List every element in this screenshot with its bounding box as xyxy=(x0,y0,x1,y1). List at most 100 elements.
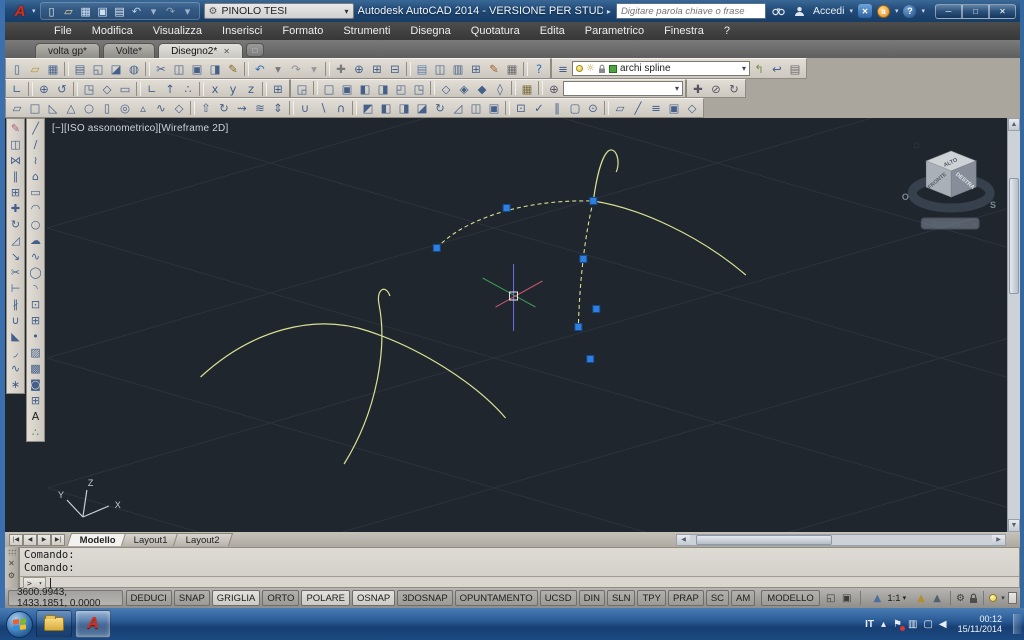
mirror-icon[interactable]: ⋈ xyxy=(7,152,24,168)
menu-help[interactable]: ? xyxy=(715,24,739,38)
polysolid-icon[interactable]: ▱ xyxy=(8,100,26,116)
exchange-apps-icon[interactable]: ✕ xyxy=(858,4,872,18)
layout-nav-0-icon[interactable]: |◀ xyxy=(9,534,23,546)
insert-block-icon[interactable]: ⊡ xyxy=(27,296,44,312)
taper-faces-icon[interactable]: ◿ xyxy=(449,100,467,116)
torus-icon[interactable]: ◎ xyxy=(116,100,134,116)
plot-icon[interactable]: ▤ xyxy=(112,5,128,18)
show-desktop-button[interactable] xyxy=(1013,614,1022,634)
network-icon[interactable]: ▢ xyxy=(923,619,932,630)
layer-dropdown-caret-icon[interactable]: ▾ xyxy=(742,64,746,73)
toggle-ucsd[interactable]: UCSD xyxy=(540,590,577,606)
save-icon[interactable]: ▦ xyxy=(44,61,62,77)
drawing-canvas[interactable]: XYZ⌂ALTOFRONTEDESTRAOSAnonimo▾ [−][ISO a… xyxy=(47,118,1007,532)
ellipse-arc-icon[interactable]: ◝ xyxy=(27,280,44,296)
command-window[interactable]: Comando:Comando: >_ ▾ xyxy=(19,547,1020,588)
sphere-icon[interactable]: ○ xyxy=(80,100,98,116)
multiple-points-icon[interactable]: ∴ xyxy=(27,424,44,440)
viewcube-home-icon[interactable]: ⌂ xyxy=(913,139,920,151)
undo-icon[interactable]: ↶ xyxy=(251,61,269,77)
export-3ddwf-icon[interactable]: ◍ xyxy=(125,61,143,77)
infocenter-collapse-icon[interactable]: ▸ xyxy=(607,7,611,16)
toggle-sc[interactable]: SC xyxy=(706,590,729,606)
named-view-dropdown[interactable]: ▾ xyxy=(563,81,683,96)
help-icon[interactable]: ? xyxy=(530,61,548,77)
grip-point[interactable] xyxy=(433,245,440,252)
gradient-icon[interactable]: ▩ xyxy=(27,360,44,376)
autocad-logo-icon[interactable]: A xyxy=(9,2,31,20)
helix-icon[interactable]: ∿ xyxy=(152,100,170,116)
scroll-down-icon[interactable]: ▼ xyxy=(1008,519,1020,532)
clean-icon[interactable]: ✓ xyxy=(530,100,548,116)
model-space[interactable]: XYZ⌂ALTOFRONTEDESTRAOSAnonimo▾ xyxy=(47,118,1007,532)
toggle-am[interactable]: AM xyxy=(731,590,755,606)
communication-center-icon[interactable]: a xyxy=(877,5,890,18)
undo-icon[interactable]: ↶ xyxy=(129,5,145,18)
modello-button[interactable]: MODELLO xyxy=(761,590,819,606)
toggle-3dosnap[interactable]: 3DOSNAP xyxy=(397,590,452,606)
camera-icon[interactable]: ▦ xyxy=(518,81,536,97)
vertical-scroll-track[interactable] xyxy=(1008,131,1020,519)
zoom-previous-icon[interactable]: ⊟ xyxy=(386,61,404,77)
view-back-icon[interactable]: ◳ xyxy=(410,81,428,97)
doc-tab-volte-[interactable]: Volte* xyxy=(103,43,155,58)
constrained-orbit-icon[interactable]: ⊘ xyxy=(707,81,725,97)
layer-properties-manager-icon[interactable]: ≡ xyxy=(554,61,572,77)
workspace-dropdown[interactable]: ⚙ PINOLO TESI ▾ xyxy=(204,3,354,19)
fillet-icon[interactable]: ◞ xyxy=(7,344,24,360)
qnew-icon[interactable]: ▯ xyxy=(8,61,26,77)
named-views-icon[interactable]: ◲ xyxy=(293,81,311,97)
pan-realtime-icon[interactable]: ✚ xyxy=(332,61,350,77)
zoom-window-icon[interactable]: ⊞ xyxy=(368,61,386,77)
tool-palettes-icon[interactable]: ▥ xyxy=(449,61,467,77)
ucs-rotate-z-icon[interactable]: z xyxy=(242,81,260,97)
slice-icon[interactable]: ╱ xyxy=(629,100,647,116)
erase-icon[interactable]: ✎ xyxy=(7,120,24,136)
grip-point[interactable] xyxy=(575,324,582,331)
layer-thaw-icon[interactable]: ☼ xyxy=(586,64,595,74)
new-file-icon[interactable]: ▯ xyxy=(44,5,60,18)
quick-view-drawings-icon[interactable]: ◱ xyxy=(823,591,839,606)
cone-icon[interactable]: △ xyxy=(62,100,80,116)
copy-icon[interactable]: ◫ xyxy=(7,136,24,152)
toggle-orto[interactable]: ORTO xyxy=(262,590,299,606)
scroll-left-icon[interactable]: ◀ xyxy=(677,535,690,545)
offset-icon[interactable]: ∥ xyxy=(7,168,24,184)
copy-clip-icon[interactable]: ◫ xyxy=(170,61,188,77)
viewcube-west-label[interactable]: O xyxy=(902,192,909,202)
point-icon[interactable]: • xyxy=(27,328,44,344)
grip-point[interactable] xyxy=(587,356,594,363)
ucs-world-icon[interactable]: ⊕ xyxy=(35,81,53,97)
menu-finestra[interactable]: Finestra xyxy=(655,24,713,38)
layout-nav-2-icon[interactable]: ▶ xyxy=(37,534,51,546)
ucs-zaxis-icon[interactable]: ↑ xyxy=(161,81,179,97)
box-icon[interactable]: □ xyxy=(26,100,44,116)
publish-icon[interactable]: ◪ xyxy=(107,61,125,77)
paste-clip-icon[interactable]: ▣ xyxy=(188,61,206,77)
doc-tab-close-icon[interactable]: ✕ xyxy=(223,47,230,56)
rectangle-icon[interactable]: ▭ xyxy=(27,184,44,200)
layer-lock-icon[interactable] xyxy=(598,64,606,74)
command-window-grip[interactable] xyxy=(8,549,16,556)
match-properties-icon[interactable]: ✎ xyxy=(224,61,242,77)
make-block-icon[interactable]: ⊞ xyxy=(27,312,44,328)
workspace-switching-icon[interactable]: ⚙ xyxy=(956,591,966,606)
scroll-right-icon[interactable]: ▶ xyxy=(992,535,1005,545)
ucs-previous-icon[interactable]: ↺ xyxy=(53,81,71,97)
toggle-tpy[interactable]: TPY xyxy=(637,590,665,606)
redo-icon[interactable]: ↷ xyxy=(287,61,305,77)
signin-caret-icon[interactable]: ▾ xyxy=(849,7,853,15)
comm-caret-icon[interactable]: ▾ xyxy=(895,7,899,15)
view-se-isometric-icon[interactable]: ◈ xyxy=(455,81,473,97)
ellipse-icon[interactable]: ◯ xyxy=(27,264,44,280)
designcenter-icon[interactable]: ◫ xyxy=(431,61,449,77)
cut-clip-icon[interactable]: ✂ xyxy=(152,61,170,77)
menu-strumenti[interactable]: Strumenti xyxy=(334,24,399,38)
layout-nav-1-icon[interactable]: ◀ xyxy=(23,534,37,546)
explorer-taskbar-button[interactable] xyxy=(36,610,72,638)
make-object-layer-current-icon[interactable]: ↰ xyxy=(750,61,768,77)
grip-point[interactable] xyxy=(590,198,597,205)
view-right-icon[interactable]: ◨ xyxy=(374,81,392,97)
revolve-icon[interactable]: ↻ xyxy=(215,100,233,116)
arc-icon[interactable]: ◠ xyxy=(27,200,44,216)
